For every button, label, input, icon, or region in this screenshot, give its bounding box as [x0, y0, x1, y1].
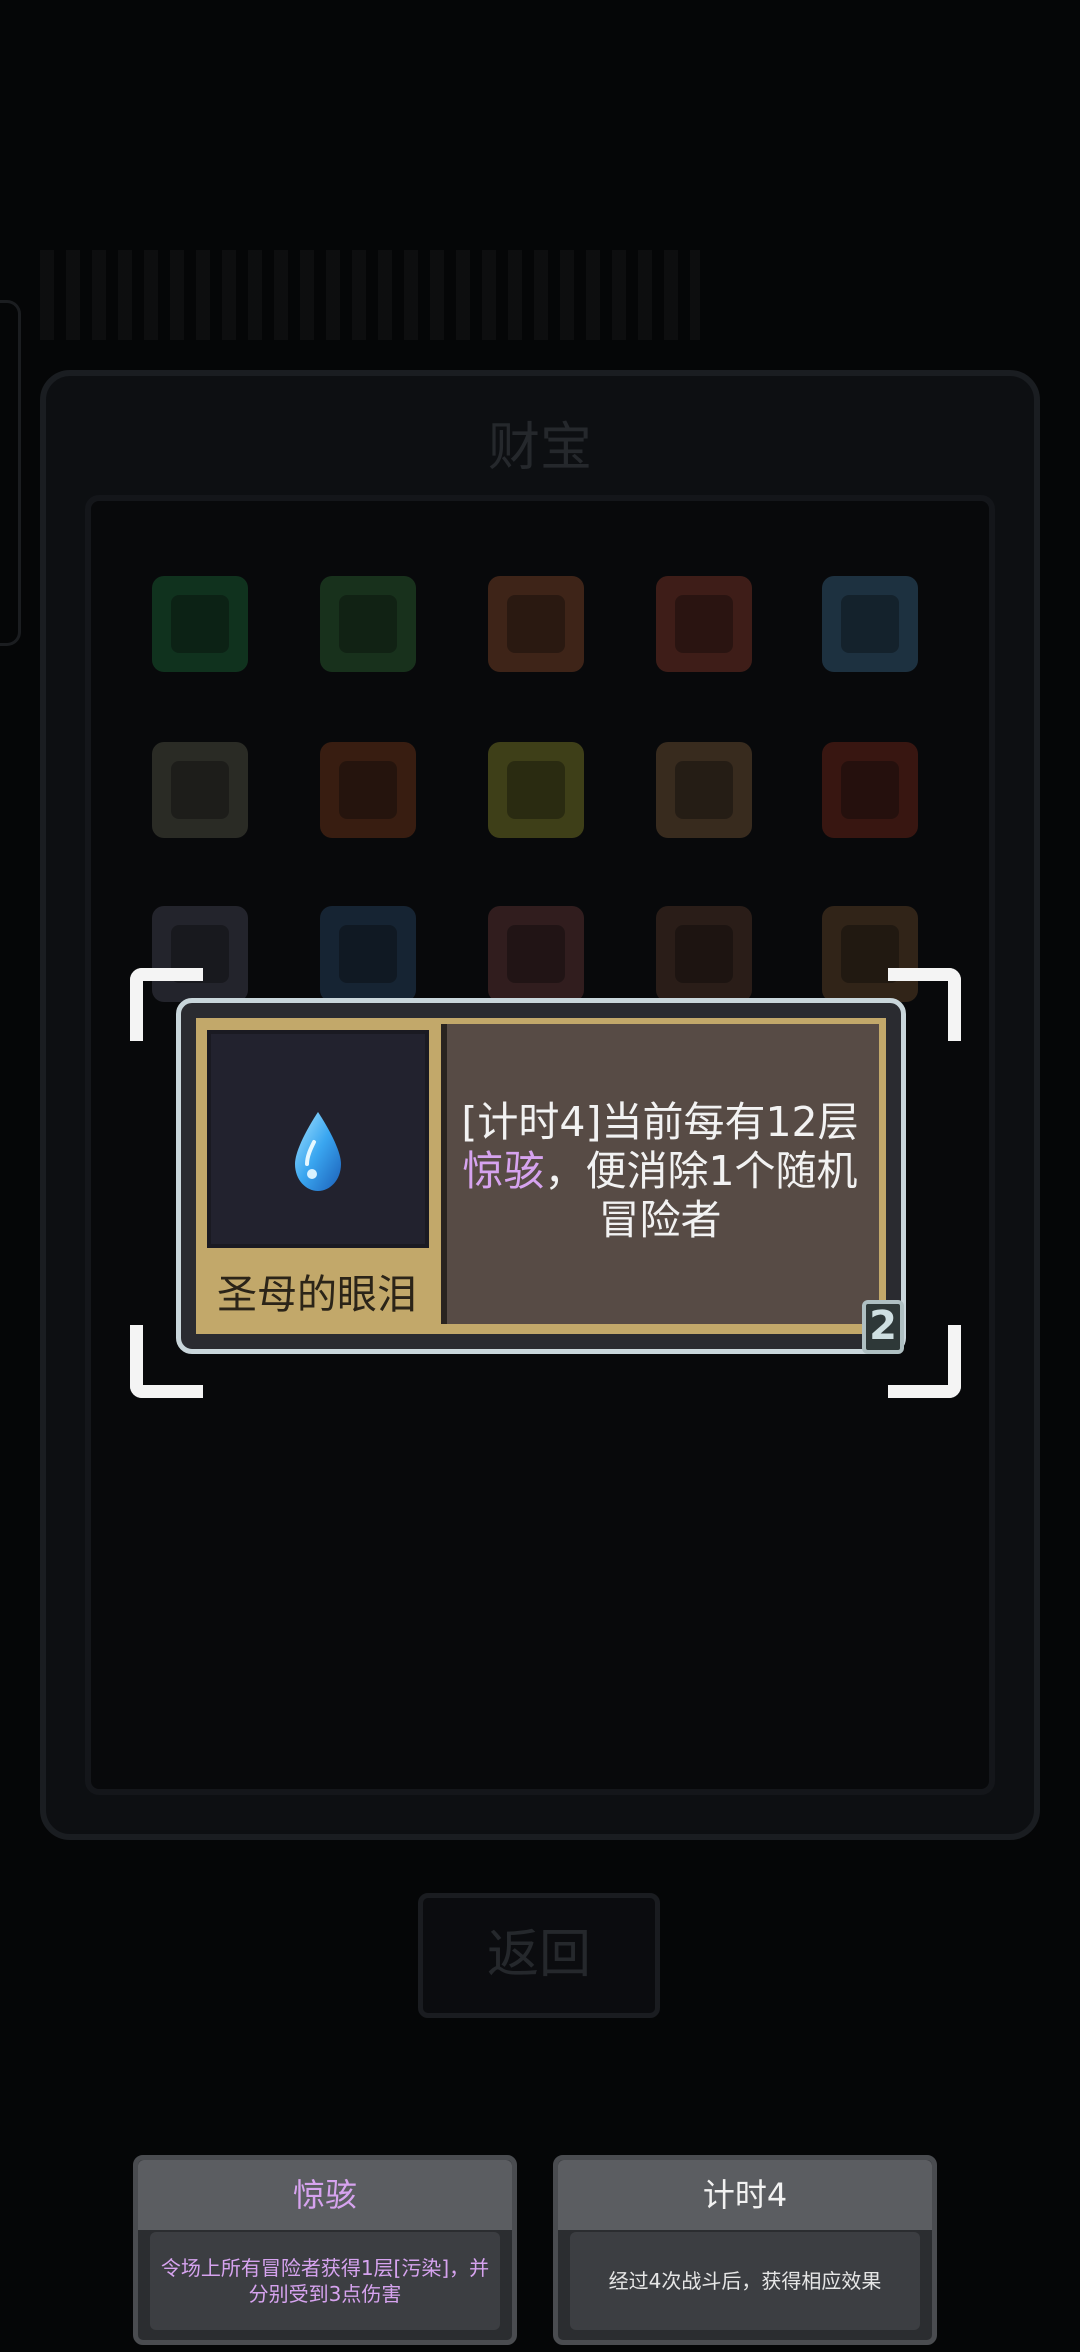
keyword-tooltip-horror: 惊骇 令场上所有冒险者获得1层[污染]，并分别受到3点伤害 — [133, 2155, 517, 2345]
pot-relic-icon[interactable] — [656, 906, 752, 1002]
lion-relic-icon[interactable] — [656, 576, 752, 672]
background-banner — [40, 250, 700, 340]
item-description-line-3: 冒险者 — [598, 1196, 722, 1244]
keyword-description: 经过4次战斗后，获得相应效果 — [608, 2269, 882, 2293]
keyword-horror[interactable]: 惊骇 — [462, 1147, 544, 1195]
treasure-panel-title: 财宝 — [487, 418, 592, 478]
item-icon-frame — [207, 1030, 429, 1248]
item-description: [计时4]当前每有12层 惊骇，便消除1个随机 冒险者 — [452, 1098, 868, 1245]
molecule-relic-icon[interactable] — [822, 576, 918, 672]
item-description-line-2: 惊骇，便消除1个随机 — [462, 1147, 858, 1195]
side-tab — [0, 300, 21, 646]
keyword-title: 计时4 — [558, 2160, 932, 2230]
figure-relic-icon[interactable] — [320, 576, 416, 672]
keyword-tooltip-timer: 计时4 经过4次战斗后，获得相应效果 — [553, 2155, 937, 2345]
box-relic-icon[interactable] — [152, 742, 248, 838]
tier-badge: 2 — [862, 1300, 904, 1354]
item-name: 圣母的眼泪 — [217, 1272, 417, 1318]
keyword-description: 令场上所有冒险者获得1层[污染]，并分别受到3点伤害 — [160, 2256, 490, 2306]
chest-relic-icon[interactable] — [320, 742, 416, 838]
item-description-line-1: [计时4]当前每有12层 — [461, 1098, 859, 1146]
flower-relic-icon[interactable] — [822, 742, 918, 838]
shield-relic-icon[interactable] — [488, 576, 584, 672]
toilet-relic-icon[interactable] — [656, 742, 752, 838]
potion-relic-icon[interactable] — [488, 742, 584, 838]
gem-relic-icon[interactable] — [152, 576, 248, 672]
keyword-title: 惊骇 — [138, 2160, 512, 2230]
tear-drop-icon — [295, 1112, 341, 1191]
bone-relic-icon[interactable] — [488, 906, 584, 1002]
back-button[interactable]: 返回 — [418, 1893, 660, 2018]
tear-drop-relic-icon[interactable] — [320, 906, 416, 1002]
